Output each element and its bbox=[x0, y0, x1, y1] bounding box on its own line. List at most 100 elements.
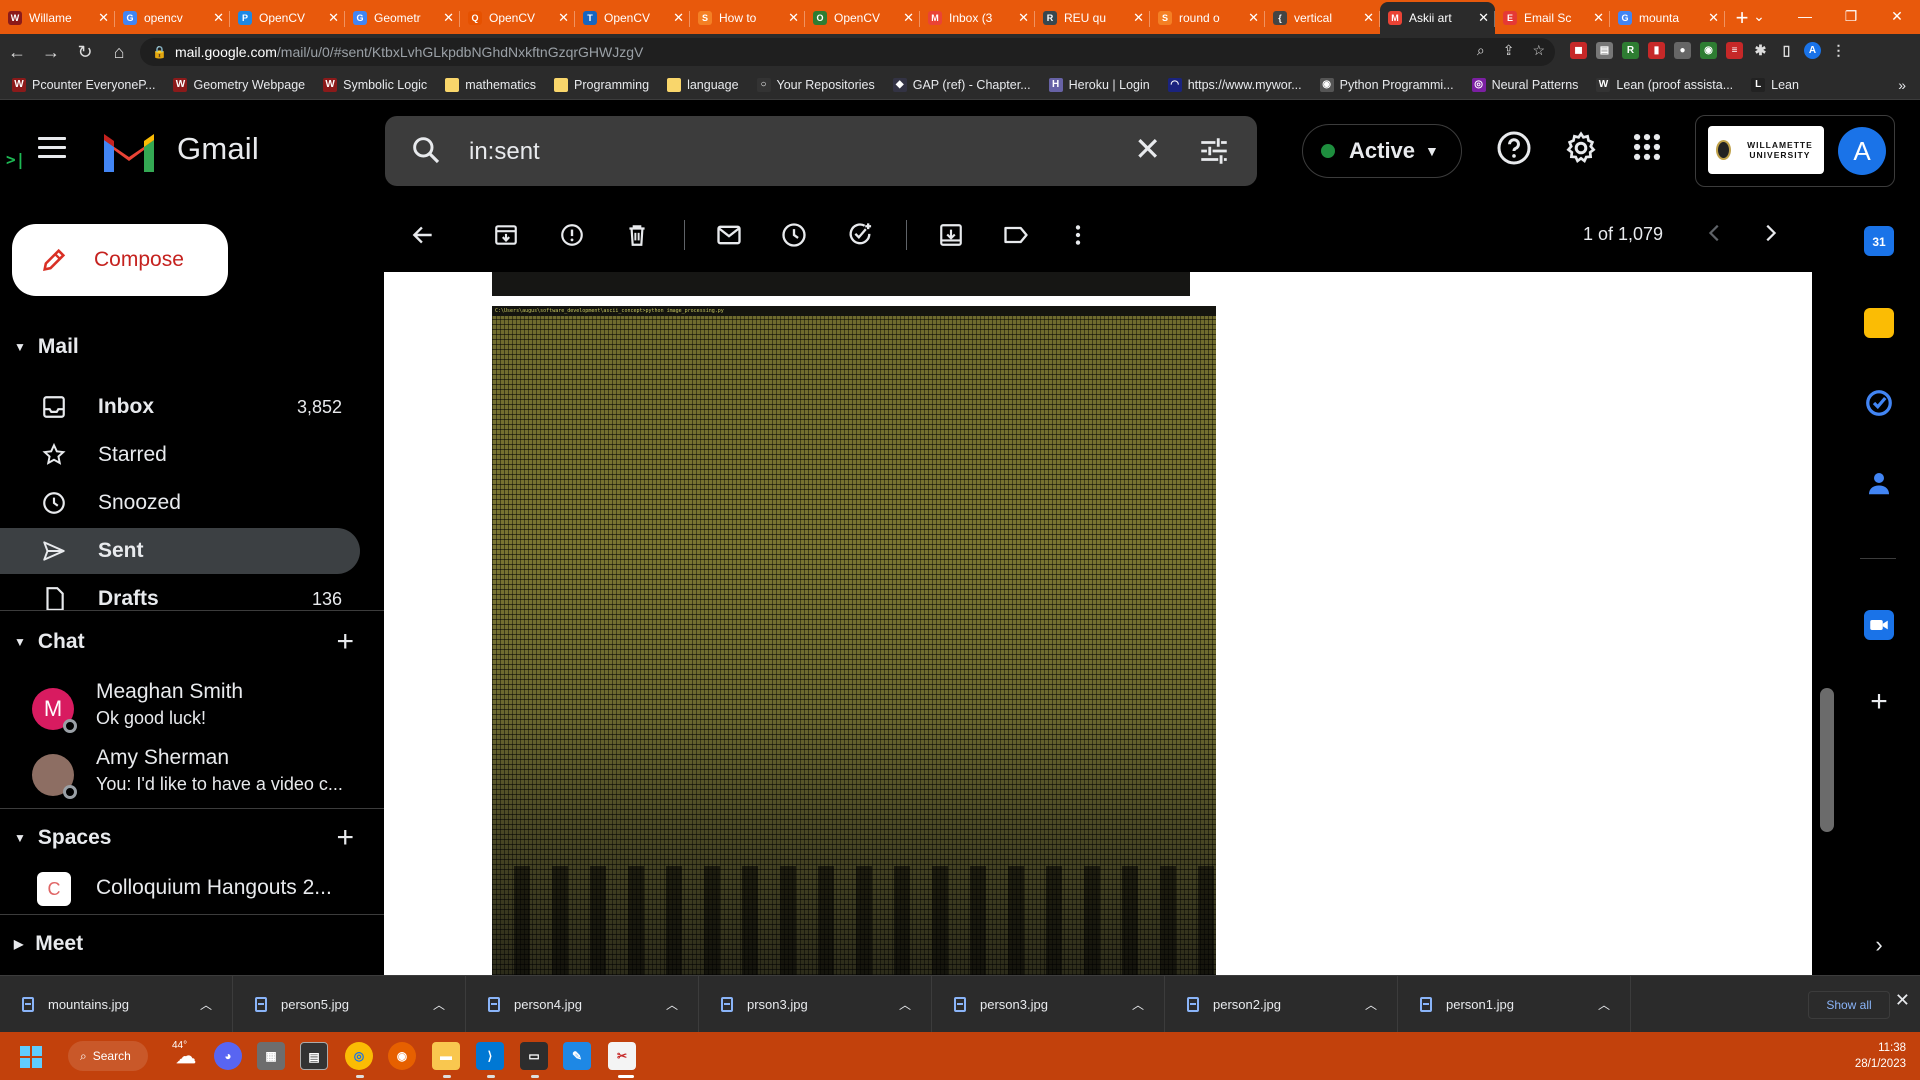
calendar-icon[interactable]: 31 bbox=[1864, 226, 1894, 256]
download-item[interactable]: prson3.jpg ︿ bbox=[699, 976, 932, 1033]
close-tab-icon[interactable]: ✕ bbox=[1478, 10, 1489, 26]
mark-unread-icon[interactable] bbox=[714, 220, 744, 250]
firefox-icon[interactable]: ◉ bbox=[388, 1042, 416, 1070]
main-menu-icon[interactable] bbox=[38, 137, 66, 164]
browser-tab[interactable]: G Geometr ✕ bbox=[345, 2, 460, 34]
bookmark-item[interactable]: W Pcounter EveryoneP... bbox=[12, 77, 155, 92]
download-item[interactable]: person5.jpg ︿ bbox=[233, 976, 466, 1033]
settings-gear-icon[interactable] bbox=[1563, 130, 1599, 166]
account-avatar[interactable]: A bbox=[1838, 127, 1886, 175]
paint-app-icon[interactable]: ✎ bbox=[563, 1042, 591, 1070]
close-tab-icon[interactable]: ✕ bbox=[1593, 10, 1604, 26]
extension-icon[interactable]: ◉ bbox=[1700, 42, 1717, 59]
browser-tab[interactable]: R REU qu ✕ bbox=[1035, 2, 1150, 34]
chevron-up-icon[interactable]: ︿ bbox=[1365, 996, 1377, 1013]
browser-tab[interactable]: P OpenCV ✕ bbox=[230, 2, 345, 34]
extension-icon[interactable]: ≡ bbox=[1726, 42, 1743, 59]
browser-tab[interactable]: M Inbox (3 ✕ bbox=[920, 2, 1035, 34]
more-vert-icon[interactable]: ⋮ bbox=[1830, 42, 1847, 59]
help-icon[interactable] bbox=[1496, 130, 1532, 166]
browser-tab[interactable]: W Willame ✕ bbox=[0, 2, 115, 34]
command-prompt-icon[interactable]: ▭ bbox=[520, 1042, 548, 1070]
browser-tab[interactable]: Gmounta ✕ bbox=[1610, 2, 1725, 34]
close-tab-icon[interactable]: ✕ bbox=[98, 10, 109, 26]
extension-icon[interactable]: ▤ bbox=[1596, 42, 1613, 59]
weather-cloud-icon[interactable]: ☁ bbox=[172, 1042, 200, 1070]
move-to-icon[interactable] bbox=[936, 220, 966, 250]
browser-tab[interactable]: Q OpenCV ✕ bbox=[460, 2, 575, 34]
bookmark-item[interactable]: ◆ GAP (ref) - Chapter... bbox=[892, 77, 1031, 92]
older-chevron-right-icon[interactable] bbox=[1759, 222, 1781, 249]
zoom-meeting-icon[interactable] bbox=[1864, 610, 1894, 640]
bookmark-item[interactable]: H Heroku | Login bbox=[1048, 77, 1150, 92]
close-tab-icon[interactable]: ✕ bbox=[1248, 10, 1259, 26]
back-to-list-icon[interactable] bbox=[408, 220, 438, 250]
browser-tab[interactable]: S How to ✕ bbox=[690, 2, 805, 34]
close-downloads-icon[interactable]: ✕ bbox=[1895, 990, 1910, 1011]
newer-chevron-left-icon[interactable] bbox=[1704, 222, 1726, 249]
caret-down-icon[interactable]: ▼ bbox=[14, 831, 26, 845]
download-item[interactable]: mountains.jpg ︿ bbox=[0, 976, 233, 1033]
tasks-icon[interactable] bbox=[1864, 388, 1894, 418]
extension-icon[interactable]: R bbox=[1622, 42, 1639, 59]
sidebar-item-snoozed[interactable]: Snoozed bbox=[0, 480, 360, 526]
maximize-button[interactable]: ❐ bbox=[1828, 0, 1874, 32]
bookmark-item[interactable]: W Symbolic Logic bbox=[323, 77, 427, 92]
keep-icon[interactable] bbox=[1864, 308, 1894, 338]
chevron-right-icon[interactable]: » bbox=[1898, 77, 1906, 93]
space-item[interactable]: C Colloquium Hangouts 2... bbox=[0, 868, 384, 912]
share-icon[interactable]: ⇪ bbox=[1503, 42, 1515, 59]
add-task-icon[interactable] bbox=[845, 220, 875, 250]
reload-button[interactable]: ↻ bbox=[68, 42, 102, 63]
chevron-up-icon[interactable]: ︿ bbox=[200, 996, 212, 1013]
archive-icon[interactable] bbox=[491, 220, 521, 250]
status-dropdown[interactable]: Active ▼ bbox=[1302, 124, 1462, 178]
extension-icon[interactable]: ▮ bbox=[1648, 42, 1665, 59]
bookmark-item[interactable]: W Lean (proof assista... bbox=[1596, 77, 1733, 92]
spaces-section-header[interactable]: ▼ Spaces + bbox=[0, 818, 384, 858]
sidebar-item-starred[interactable]: Starred bbox=[0, 432, 360, 478]
close-tab-icon[interactable]: ✕ bbox=[1708, 10, 1719, 26]
download-item[interactable]: person1.jpg ︿ bbox=[1398, 976, 1631, 1033]
search-icon[interactable] bbox=[410, 134, 442, 166]
browser-tab[interactable]: Gopencv ✕ bbox=[115, 2, 230, 34]
puzzle-icon[interactable]: ✱ bbox=[1752, 42, 1769, 59]
browser-tab[interactable]: T OpenCV ✕ bbox=[575, 2, 690, 34]
new-chat-plus-icon[interactable]: + bbox=[336, 625, 354, 659]
sidebar-item-sent[interactable]: Sent bbox=[0, 528, 360, 574]
browser-tab[interactable]: M Askii art ✕ bbox=[1380, 2, 1495, 34]
chevron-down-icon[interactable]: ⌄ bbox=[1736, 0, 1782, 32]
bookmark-item[interactable]: Programming bbox=[554, 77, 649, 92]
close-window-button[interactable]: ✕ bbox=[1874, 0, 1920, 32]
browser-tab[interactable]: E Email Sc ✕ bbox=[1495, 2, 1610, 34]
close-tab-icon[interactable]: ✕ bbox=[443, 10, 454, 26]
taskbar-search-button[interactable]: ⌕ Search bbox=[68, 1041, 148, 1071]
close-tab-icon[interactable]: ✕ bbox=[328, 10, 339, 26]
caret-down-icon[interactable]: ▼ bbox=[14, 635, 26, 649]
zoom-icon[interactable]: ⌕ bbox=[1477, 42, 1485, 59]
trash-icon[interactable] bbox=[622, 220, 652, 250]
apps-grid-icon[interactable] bbox=[1630, 130, 1664, 164]
chat-item[interactable]: M Meaghan Smith Ok good luck! bbox=[0, 676, 384, 738]
forward-button[interactable]: → bbox=[34, 42, 68, 63]
contacts-icon[interactable] bbox=[1864, 468, 1894, 498]
close-tab-icon[interactable]: ✕ bbox=[1018, 10, 1029, 26]
browser-tab[interactable]: Sround o ✕ bbox=[1150, 2, 1265, 34]
bookmark-item[interactable]: L Lean bbox=[1751, 77, 1799, 92]
app-icon[interactable]: ▦ bbox=[257, 1042, 285, 1070]
minimize-button[interactable]: — bbox=[1782, 0, 1828, 32]
caret-right-icon[interactable]: ▶ bbox=[14, 937, 23, 951]
account-switcher[interactable]: WILLAMETTE UNIVERSITY A bbox=[1695, 115, 1895, 187]
extension-icon[interactable]: ● bbox=[1674, 42, 1691, 59]
close-tab-icon[interactable]: ✕ bbox=[1133, 10, 1144, 26]
search-input[interactable]: in:sent bbox=[469, 138, 540, 166]
extension-icon[interactable]: ◼ bbox=[1570, 42, 1587, 59]
download-item[interactable]: person4.jpg ︿ bbox=[466, 976, 699, 1033]
chevron-up-icon[interactable]: ︿ bbox=[1132, 996, 1144, 1013]
sidepanel-icon[interactable]: ▯ bbox=[1778, 42, 1795, 59]
chat-section-header[interactable]: ▼ Chat + bbox=[0, 622, 384, 662]
mail-search-bar[interactable]: in:sent ✕ bbox=[385, 116, 1257, 186]
mail-section-header[interactable]: ▼ Mail bbox=[0, 327, 384, 367]
more-vert-icon[interactable] bbox=[1063, 220, 1093, 250]
label-icon[interactable] bbox=[1001, 220, 1031, 250]
